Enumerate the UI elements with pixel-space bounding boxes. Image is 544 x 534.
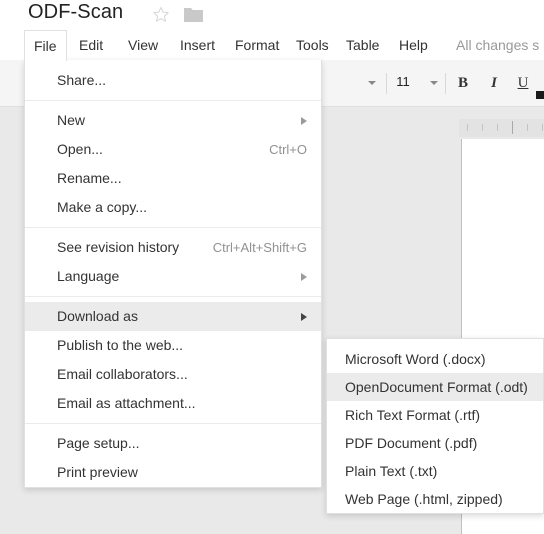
menu-item-publish-to-the-web[interactable]: Publish to the web... (25, 331, 321, 360)
star-icon[interactable] (152, 6, 170, 24)
menu-item-label: Email collaborators... (57, 366, 188, 382)
menu-item-rename[interactable]: Rename... (25, 164, 321, 193)
menu-item-open[interactable]: Open... Ctrl+O (25, 135, 321, 164)
font-size-caret-icon[interactable] (430, 81, 438, 85)
menubar-item-insert[interactable]: Insert (171, 30, 224, 60)
menu-item-label: Open... (57, 141, 103, 157)
horizontal-ruler[interactable] (459, 119, 544, 137)
docs-editor-window: ODF-Scan File Edit View Insert Format To… (0, 0, 544, 534)
ruler-tick (497, 124, 498, 131)
menu-item-email-collaborators[interactable]: Email collaborators... (25, 360, 321, 389)
menu-item-page-setup[interactable]: Page setup... (25, 429, 321, 458)
chevron-right-icon (301, 313, 307, 321)
underline-button[interactable]: U (512, 72, 534, 94)
menu-item-print-preview[interactable]: Print preview (25, 458, 321, 487)
menubar-item-edit[interactable]: Edit (70, 30, 112, 60)
submenu-item-pdf-document[interactable]: PDF Document (.pdf) (327, 429, 543, 457)
menu-item-download-as[interactable]: Download as (25, 302, 321, 331)
save-status-text: All changes s (456, 37, 540, 53)
menu-item-label: Make a copy... (57, 199, 148, 215)
file-menu-panel: Share... New Open... Ctrl+O Rename... Ma… (24, 60, 322, 488)
menu-item-label: Publish to the web... (57, 337, 184, 353)
menu-item-label: See revision history (57, 239, 180, 255)
folder-icon[interactable] (184, 7, 203, 23)
menu-item-new[interactable]: New (25, 106, 321, 135)
menu-item-label: Share... (57, 72, 107, 88)
menubar-item-tools[interactable]: Tools (287, 30, 338, 60)
menu-item-label: Email as attachment... (57, 395, 196, 411)
menu-item-make-a-copy[interactable]: Make a copy... (25, 193, 321, 222)
submenu-item-plain-text[interactable]: Plain Text (.txt) (327, 457, 543, 485)
menubar-item-help[interactable]: Help (390, 30, 437, 60)
toolbar-divider-1 (386, 73, 387, 94)
submenu-item-microsoft-word[interactable]: Microsoft Word (.docx) (327, 345, 543, 373)
download-as-submenu: Microsoft Word (.docx) OpenDocument Form… (326, 338, 544, 514)
menu-item-email-as-attachment[interactable]: Email as attachment... (25, 389, 321, 418)
menu-item-label: New (57, 112, 86, 128)
chevron-right-icon (301, 117, 307, 125)
italic-button[interactable]: I (483, 72, 505, 94)
ruler-tick (482, 124, 483, 131)
menu-item-shortcut: Ctrl+Alt+Shift+G (212, 240, 307, 255)
font-family-caret-icon[interactable] (368, 81, 376, 85)
menu-separator (25, 100, 321, 101)
page-title[interactable]: ODF-Scan (28, 1, 123, 24)
menubar-item-file[interactable]: File (24, 30, 67, 61)
menubar-item-format[interactable]: Format (226, 30, 288, 60)
submenu-item-rich-text-format[interactable]: Rich Text Format (.rtf) (327, 401, 543, 429)
bold-button[interactable]: B (452, 72, 474, 94)
menu-item-label: Print preview (57, 464, 138, 480)
menu-bar: File Edit View Insert Format Tools Table… (0, 30, 544, 61)
ruler-tick (527, 124, 528, 131)
ruler-tick (542, 124, 543, 131)
menu-separator (25, 423, 321, 424)
menu-item-label: Page setup... (57, 435, 140, 451)
menu-separator (25, 227, 321, 228)
font-size-value[interactable]: 11 (392, 74, 414, 89)
ruler-margin-marker[interactable] (512, 121, 513, 134)
toolbar-divider-2 (445, 73, 446, 94)
toolbar-overflow-marker (536, 91, 544, 99)
menu-item-share[interactable]: Share... (25, 66, 321, 95)
menu-item-label: Language (57, 268, 120, 284)
submenu-item-opendocument-format[interactable]: OpenDocument Format (.odt) (327, 373, 543, 401)
menu-item-language[interactable]: Language (25, 262, 321, 291)
chevron-right-icon (301, 273, 307, 281)
ruler-tick (467, 124, 468, 131)
menu-item-label: Rename... (57, 170, 122, 186)
menu-item-shortcut: Ctrl+O (269, 142, 307, 157)
menu-item-label: Download as (57, 308, 138, 324)
menu-separator (25, 296, 321, 297)
submenu-item-web-page[interactable]: Web Page (.html, zipped) (327, 485, 543, 513)
menu-item-see-revision-history[interactable]: See revision history Ctrl+Alt+Shift+G (25, 233, 321, 262)
menubar-item-table[interactable]: Table (337, 30, 388, 60)
menubar-item-view[interactable]: View (119, 30, 167, 60)
titlebar: ODF-Scan (0, 0, 544, 30)
